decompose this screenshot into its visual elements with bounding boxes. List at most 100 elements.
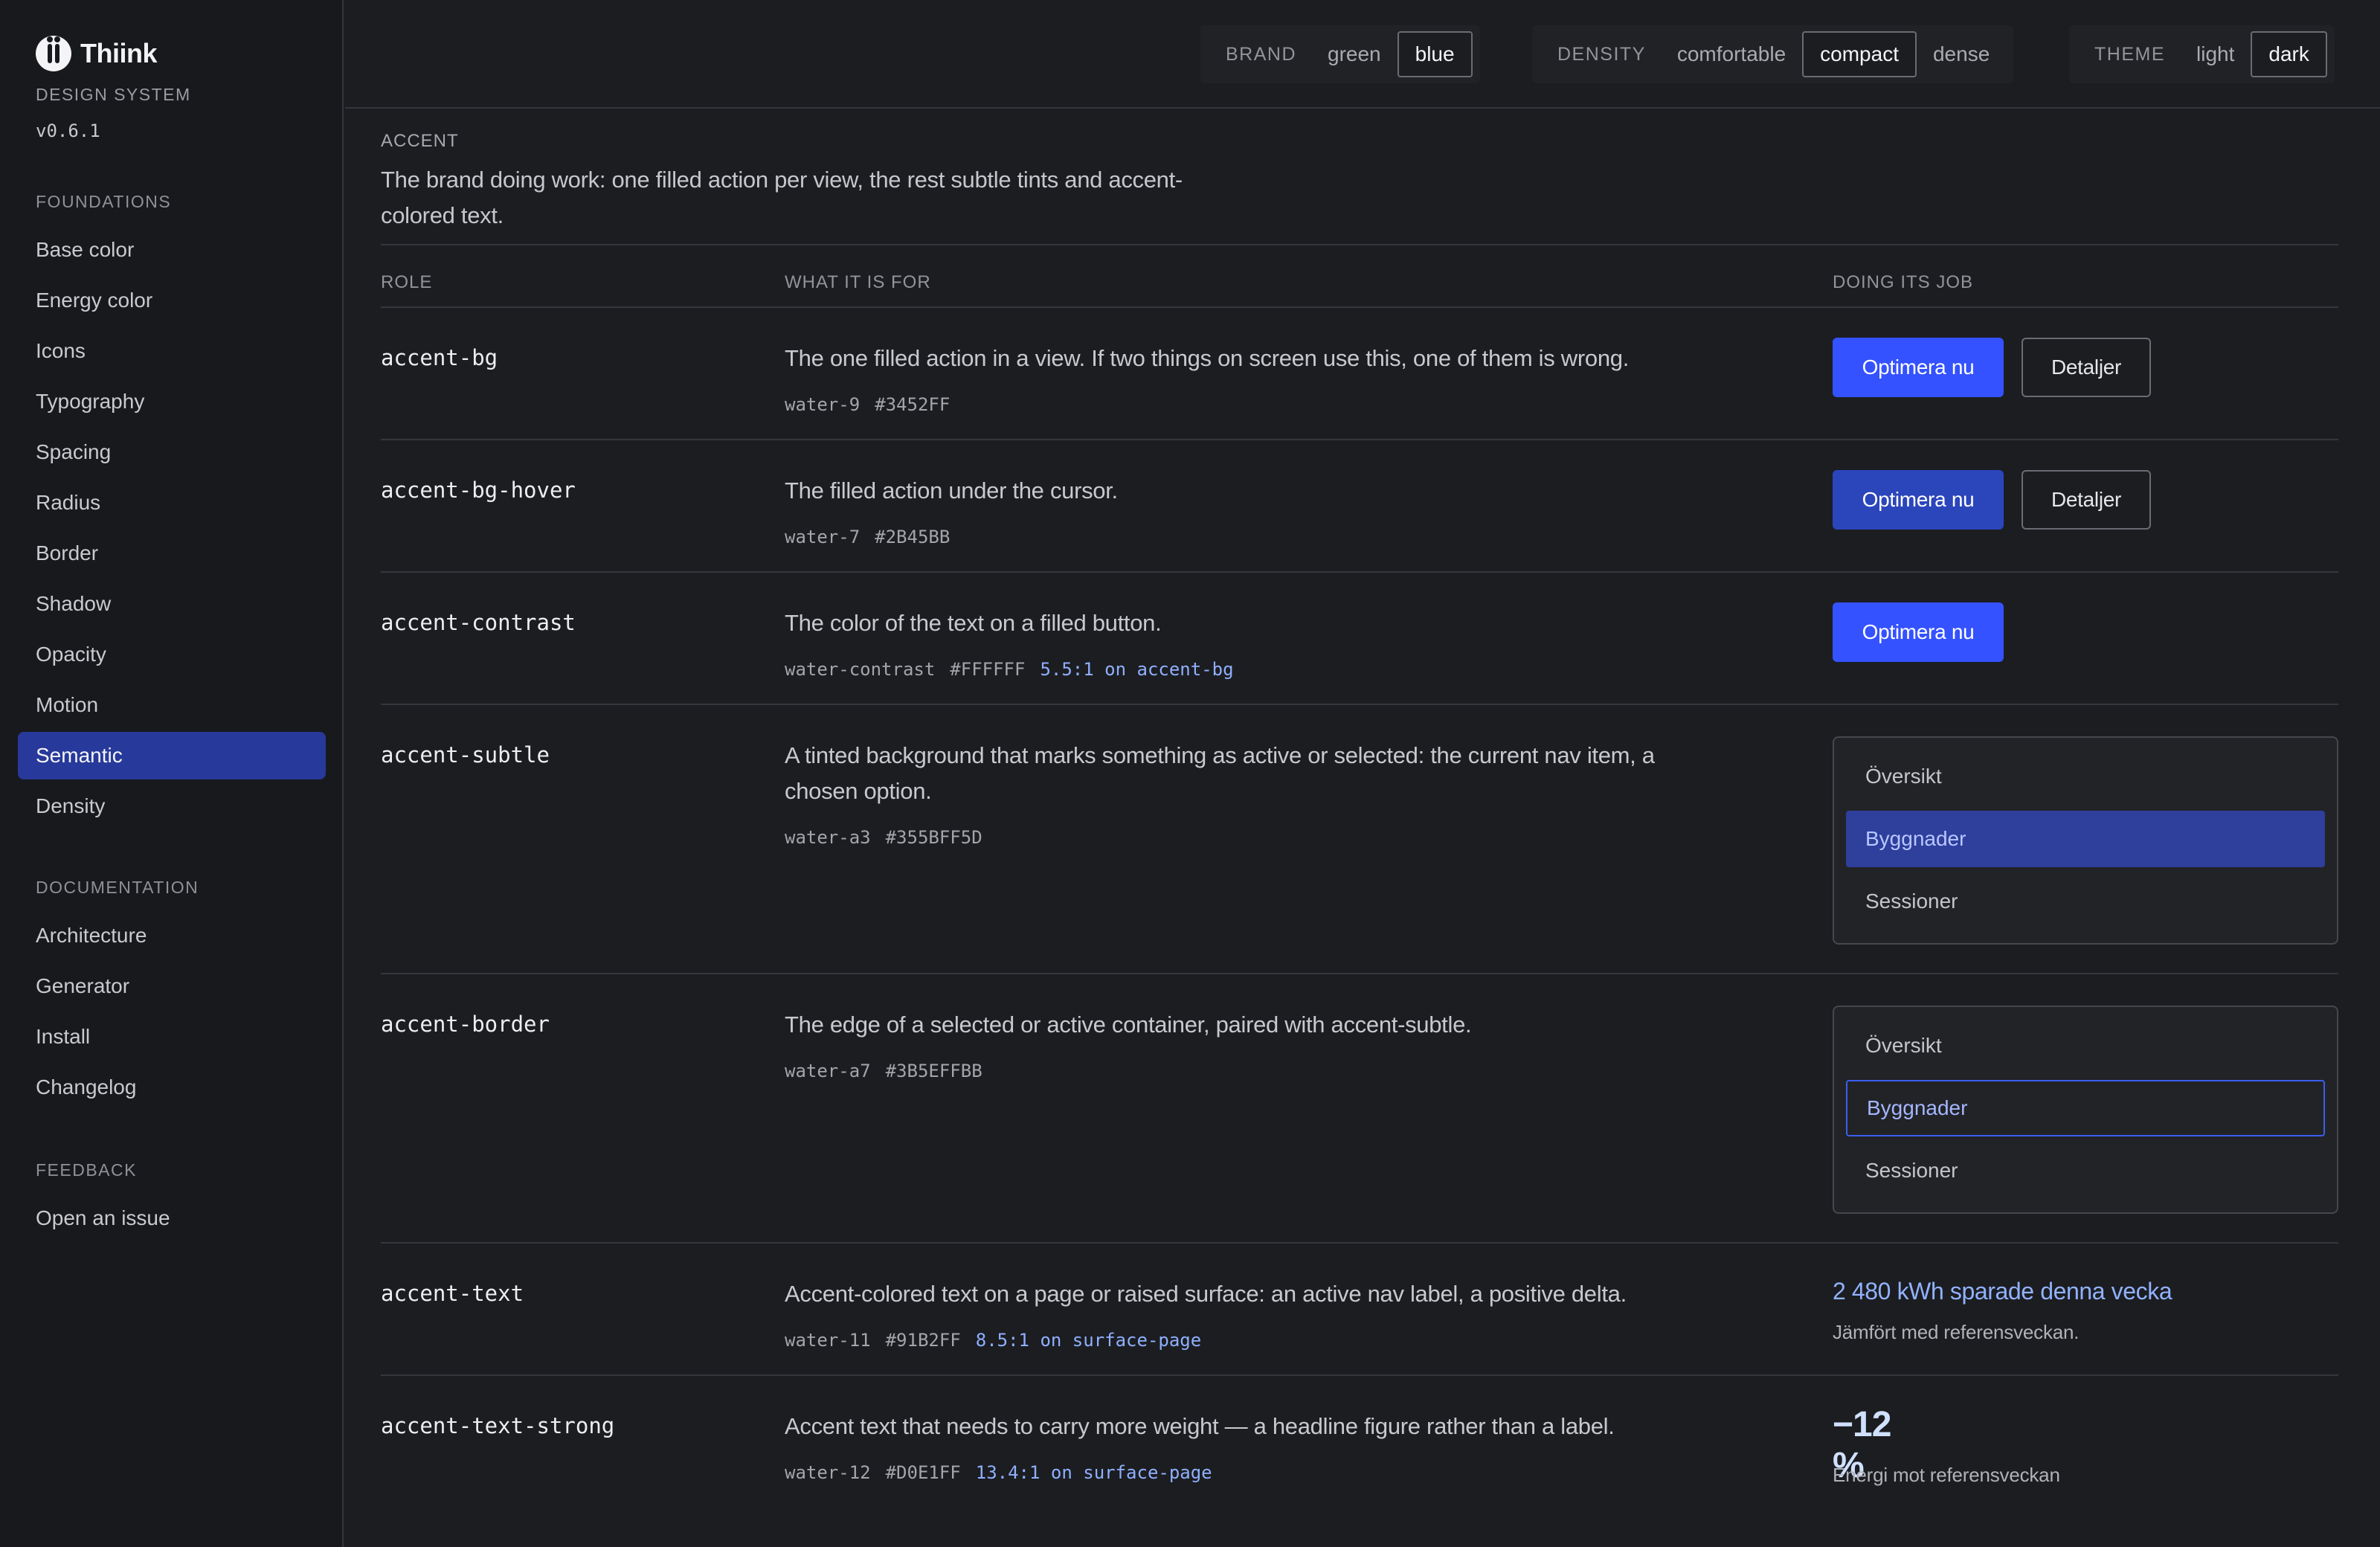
nav-section-documentation: DOCUMENTATION [36, 878, 199, 897]
brand-option-green[interactable]: green [1311, 31, 1398, 77]
token-info: water-a3 #355BFF5D [785, 827, 982, 848]
menu-item-oversikt[interactable]: Översikt [1846, 1017, 2325, 1074]
token-name: water-a3 [785, 827, 871, 848]
token-name: water-a7 [785, 1061, 871, 1081]
role-purpose: The filled action under the cursor. [785, 477, 1118, 504]
token-info: water-7 #2B45BB [785, 527, 950, 547]
density-switcher-label: DENSITY [1557, 43, 1646, 65]
theme-switcher: THEME light dark [2069, 25, 2335, 83]
nav-menu-demo: Översikt Byggnader Sessioner [1833, 1006, 2338, 1214]
sidebar-item-energy-color[interactable]: Energy color [18, 277, 326, 324]
figure-caption: Energi mot referensveckan [1833, 1464, 2060, 1486]
nav-section-feedback: FEEDBACK [36, 1160, 137, 1180]
token-hex: #355BFF5D [885, 827, 982, 848]
token-name: water-contrast [785, 659, 936, 680]
sidebar-item-icons[interactable]: Icons [18, 327, 326, 375]
row-divider [381, 1242, 2338, 1244]
sidebar-item-changelog[interactable]: Changelog [18, 1064, 326, 1111]
role-purpose: The one filled action in a view. If two … [785, 345, 1630, 371]
savings-caption: Jämfört med referensveckan. [1833, 1321, 2080, 1343]
menu-item-sessioner[interactable]: Sessioner [1846, 873, 2325, 930]
design-system-label: DESIGN SYSTEM [36, 85, 191, 104]
token-hex: #91B2FF [885, 1330, 961, 1351]
role-purpose: The color of the text on a filled button… [785, 610, 1162, 636]
topbar: BRAND green blue DENSITY comfortable com… [345, 0, 2380, 109]
row-divider [381, 1374, 2338, 1376]
token-info: water-contrast #FFFFFF 5.5:1 on accent-bg [785, 659, 1234, 680]
token-name: water-9 [785, 394, 861, 415]
contrast-ratio: 5.5:1 on accent-bg [1040, 659, 1234, 680]
optimera-button[interactable]: Optimera nu [1833, 602, 2004, 662]
sidebar-item-opacity[interactable]: Opacity [18, 631, 326, 678]
row-divider [381, 439, 2338, 440]
nav-menu-demo: Översikt Byggnader Sessioner [1833, 736, 2338, 945]
section-divider [381, 244, 2338, 245]
sidebar-item-generator[interactable]: Generator [18, 962, 326, 1010]
role-purpose: The edge of a selected or active contain… [785, 1012, 1472, 1038]
column-header-purpose: WHAT IT IS FOR [785, 272, 931, 292]
sidebar-item-shadow[interactable]: Shadow [18, 580, 326, 628]
sidebar-item-open-issue[interactable]: Open an issue [18, 1194, 326, 1242]
sidebar-item-semantic[interactable]: Semantic [18, 732, 326, 779]
density-option-compact[interactable]: compact [1802, 31, 1917, 77]
density-option-dense[interactable]: dense [1917, 31, 2006, 77]
theme-switcher-label: THEME [2094, 43, 2165, 65]
token-info: water-9 #3452FF [785, 394, 950, 415]
column-header-role: ROLE [381, 272, 433, 292]
role-name: accent-contrast [381, 610, 576, 635]
token-hex: #2B45BB [875, 527, 951, 547]
column-header-demo: DOING ITS JOB [1833, 272, 1974, 292]
brand-name: Thiink [80, 38, 158, 68]
token-hex: #3B5EFFBB [885, 1061, 982, 1081]
role-name: accent-bg [381, 345, 498, 370]
token-hex: #FFFFFF [950, 659, 1026, 680]
token-hex: #D0E1FF [885, 1462, 961, 1483]
density-switcher: DENSITY comfortable compact dense [1532, 25, 2014, 83]
theme-option-dark[interactable]: dark [2251, 31, 2327, 77]
row-divider [381, 704, 2338, 705]
role-purpose: Accent text that needs to carry more wei… [785, 1413, 1615, 1439]
role-name: accent-text [381, 1281, 524, 1306]
sidebar-item-spacing[interactable]: Spacing [18, 428, 326, 476]
detaljer-button[interactable]: Detaljer [2022, 338, 2151, 397]
menu-item-byggnader[interactable]: Byggnader [1846, 811, 2325, 867]
role-name: accent-text-strong [381, 1413, 615, 1438]
sidebar-item-architecture[interactable]: Architecture [18, 912, 326, 959]
sidebar-item-radius[interactable]: Radius [18, 479, 326, 527]
brand[interactable]: Thiink [36, 36, 158, 71]
menu-item-byggnader[interactable]: Byggnader [1846, 1080, 2325, 1136]
menu-item-sessioner[interactable]: Sessioner [1846, 1142, 2325, 1199]
brand-option-blue[interactable]: blue [1397, 31, 1473, 77]
nav-section-foundations: FOUNDATIONS [36, 192, 172, 211]
header-divider [381, 306, 2338, 308]
sidebar: Thiink DESIGN SYSTEM v0.6.1 FOUNDATIONS … [0, 0, 344, 1547]
detaljer-button[interactable]: Detaljer [2022, 470, 2151, 530]
brand-switcher: BRAND green blue [1200, 25, 1480, 83]
version-label: v0.6.1 [36, 120, 100, 141]
optimera-button-hover[interactable]: Optimera nu [1833, 470, 2004, 530]
row-divider [381, 571, 2338, 573]
token-name: water-12 [785, 1462, 871, 1483]
optimera-button[interactable]: Optimera nu [1833, 338, 2004, 397]
role-name: accent-border [381, 1012, 550, 1037]
thiink-logo-icon [36, 36, 71, 71]
token-hex: #3452FF [875, 394, 951, 415]
token-info: water-11 #91B2FF 8.5:1 on surface-page [785, 1330, 1201, 1351]
token-name: water-7 [785, 527, 861, 547]
menu-item-oversikt[interactable]: Översikt [1846, 748, 2325, 805]
sidebar-item-base-color[interactable]: Base color [18, 226, 326, 274]
sidebar-item-border[interactable]: Border [18, 530, 326, 577]
contrast-ratio: 13.4:1 on surface-page [975, 1462, 1212, 1483]
sidebar-item-typography[interactable]: Typography [18, 378, 326, 425]
density-option-comfortable[interactable]: comfortable [1661, 31, 1802, 77]
section-description: The brand doing work: one filled action … [381, 167, 1183, 228]
savings-headline: 2 480 kWh sparade denna vecka [1833, 1278, 2172, 1305]
section-label: ACCENT [381, 131, 459, 151]
theme-option-light[interactable]: light [2180, 31, 2251, 77]
brand-switcher-label: BRAND [1226, 43, 1297, 65]
sidebar-item-density[interactable]: Density [18, 782, 326, 830]
role-purpose: A tinted background that marks something… [785, 742, 1655, 804]
row-divider [381, 973, 2338, 974]
sidebar-item-motion[interactable]: Motion [18, 681, 326, 729]
sidebar-item-install[interactable]: Install [18, 1013, 326, 1061]
